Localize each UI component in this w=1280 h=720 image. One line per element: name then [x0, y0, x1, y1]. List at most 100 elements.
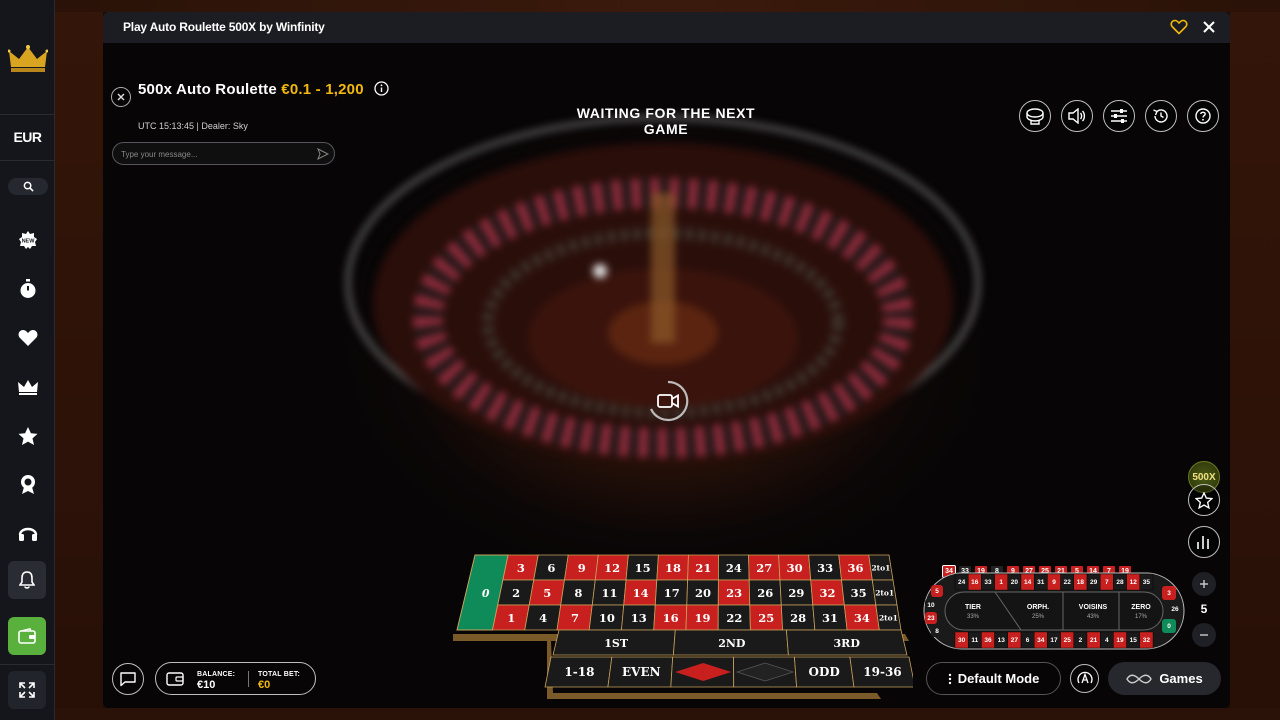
statistics-button[interactable] [1188, 526, 1220, 558]
search-icon[interactable] [8, 178, 48, 195]
bell-icon[interactable] [8, 561, 46, 599]
racetrack-cell[interactable]: 4 [1099, 631, 1114, 649]
bet-cell-number[interactable]: 15 [625, 554, 659, 581]
bet-cell-number[interactable]: 8 [560, 579, 596, 606]
bet-cell-column[interactable]: 2to1 [871, 579, 898, 606]
crown-logo-icon[interactable] [0, 42, 55, 76]
crown-icon[interactable] [0, 376, 55, 398]
racetrack-cell[interactable]: 32 [1139, 631, 1154, 649]
help-button[interactable] [1187, 100, 1219, 132]
star-icon[interactable] [0, 425, 55, 447]
racetrack-cell[interactable]: 12 [1126, 573, 1141, 591]
info-icon[interactable] [374, 81, 389, 96]
trophy-icon[interactable] [0, 473, 55, 495]
close-icon[interactable] [1200, 18, 1218, 36]
bet-cell-number[interactable]: 19 [685, 604, 719, 631]
racetrack-cell[interactable]: 14 [1020, 573, 1035, 591]
bet-cell-number[interactable]: 29 [779, 579, 814, 606]
racetrack-cell[interactable]: 21 [1086, 631, 1101, 649]
default-mode-button[interactable]: Default Mode [926, 662, 1061, 695]
bet-cell-outside[interactable]: ODD [794, 656, 855, 688]
bet-cell-dozen[interactable]: 3RD [785, 629, 908, 656]
bet-cell-dozen[interactable]: 2ND [672, 629, 789, 656]
wallet-icon[interactable] [8, 617, 46, 655]
bet-cell-outside[interactable]: 19-36 [849, 656, 913, 688]
bet-cell-number[interactable]: 5 [528, 579, 565, 606]
bet-cell-number[interactable]: 3 [502, 554, 539, 581]
bet-cell-number[interactable]: 9 [564, 554, 599, 581]
racetrack-cell[interactable]: 34 [1033, 631, 1048, 649]
racetrack-cell[interactable]: 3 [1162, 586, 1176, 600]
racetrack-cell[interactable]: 7 [1099, 573, 1114, 591]
racetrack-cell[interactable]: 25 [1060, 631, 1075, 649]
racetrack-cell[interactable]: 29 [1086, 573, 1101, 591]
bet-cell-black[interactable] [733, 656, 798, 688]
bet-cell-number[interactable]: 20 [686, 579, 719, 606]
racetrack-cell[interactable]: 2 [1073, 631, 1088, 649]
bet-cell-number[interactable]: 14 [623, 579, 658, 606]
bet-cell-number[interactable]: 32 [810, 579, 845, 606]
bet-cell-number[interactable]: 23 [717, 579, 751, 606]
racetrack-cell[interactable]: 31 [1033, 573, 1048, 591]
fullscreen-icon[interactable] [8, 671, 46, 709]
bet-cell-number[interactable]: 35 [841, 579, 877, 606]
racetrack-cell[interactable]: 33 [981, 573, 995, 591]
bet-cell-number[interactable]: 22 [717, 604, 751, 631]
bet-cell-number[interactable]: 25 [749, 604, 784, 631]
bet-cell-number[interactable]: 2 [497, 579, 535, 606]
racetrack-cell[interactable]: 11 [968, 631, 982, 649]
racetrack-cell[interactable]: 22 [1060, 573, 1075, 591]
bet-cell-number[interactable]: 30 [778, 554, 812, 581]
bet-cell-number[interactable]: 21 [687, 554, 719, 581]
lobby-button[interactable] [1019, 100, 1051, 132]
decrease-chip-button[interactable] [1192, 623, 1216, 647]
racetrack-cell[interactable]: 0 [1162, 619, 1176, 633]
bet-cell-number[interactable]: 27 [748, 554, 781, 581]
sound-button[interactable] [1061, 100, 1093, 132]
settings-button[interactable] [1103, 100, 1135, 132]
heart-icon[interactable] [0, 327, 55, 349]
bet-cell-number[interactable]: 1 [492, 604, 530, 631]
games-button[interactable]: Games [1108, 662, 1221, 695]
bet-cell-outside[interactable]: 1-18 [544, 656, 613, 688]
racetrack-cell[interactable]: 15 [1126, 631, 1141, 649]
racetrack-cell[interactable]: 17 [1047, 631, 1061, 649]
racetrack-cell[interactable]: 26 [1168, 602, 1182, 616]
new-games-icon[interactable]: NEW [0, 229, 55, 251]
bet-cell-number[interactable]: 4 [524, 604, 562, 631]
bet-cell-number[interactable]: 12 [594, 554, 629, 581]
bet-cell-number[interactable]: 28 [780, 604, 816, 631]
racetrack-cell[interactable]: 28 [1113, 573, 1127, 591]
racetrack-cell[interactable]: 36 [981, 631, 995, 649]
bet-cell-number[interactable]: 36 [838, 554, 873, 581]
bet-cell-number[interactable]: 6 [533, 554, 569, 581]
roulette-betting-table[interactable]: 03 6 9 12 15 18 21 24 27 30 33 36 2to12 5 8 11 14 17 20 23 2… [423, 541, 913, 701]
racetrack-cell[interactable]: 20 [1007, 573, 1022, 591]
bet-cell-outside[interactable]: EVEN [607, 656, 674, 688]
favorite-bets-button[interactable] [1188, 484, 1220, 516]
bet-cell-number[interactable]: 34 [843, 604, 880, 631]
bet-cell-number[interactable]: 10 [588, 604, 625, 631]
racetrack-cell[interactable]: 27 [1007, 631, 1022, 649]
racetrack-cell[interactable]: 5 [931, 585, 943, 597]
headset-icon[interactable] [0, 522, 55, 544]
favorite-heart-icon[interactable] [1170, 18, 1188, 36]
racetrack-cell[interactable]: 13 [994, 631, 1008, 649]
bet-cell-column[interactable]: 2to1 [868, 554, 894, 581]
bet-cell-number[interactable]: 11 [591, 579, 627, 606]
chat-toggle-button[interactable] [112, 663, 144, 695]
racetrack-cell[interactable]: 16 [968, 573, 982, 591]
bet-cell-number[interactable]: 7 [556, 604, 593, 631]
racetrack-cell[interactable]: 8 [931, 625, 943, 637]
close-info-button[interactable] [111, 87, 131, 107]
increase-chip-button[interactable] [1192, 572, 1216, 596]
racetrack-cell[interactable]: 10 [925, 599, 937, 611]
bet-cell-number[interactable]: 31 [812, 604, 848, 631]
racetrack-cell[interactable]: 9 [1047, 573, 1061, 591]
racetrack-cell[interactable]: 35 [1139, 573, 1154, 591]
bet-cell-number[interactable]: 18 [656, 554, 689, 581]
bet-cell-number[interactable]: 13 [621, 604, 656, 631]
racetrack-cell[interactable]: 30 [954, 631, 969, 649]
racetrack-cell[interactable]: 23 [925, 612, 937, 624]
history-button[interactable] [1145, 100, 1177, 132]
